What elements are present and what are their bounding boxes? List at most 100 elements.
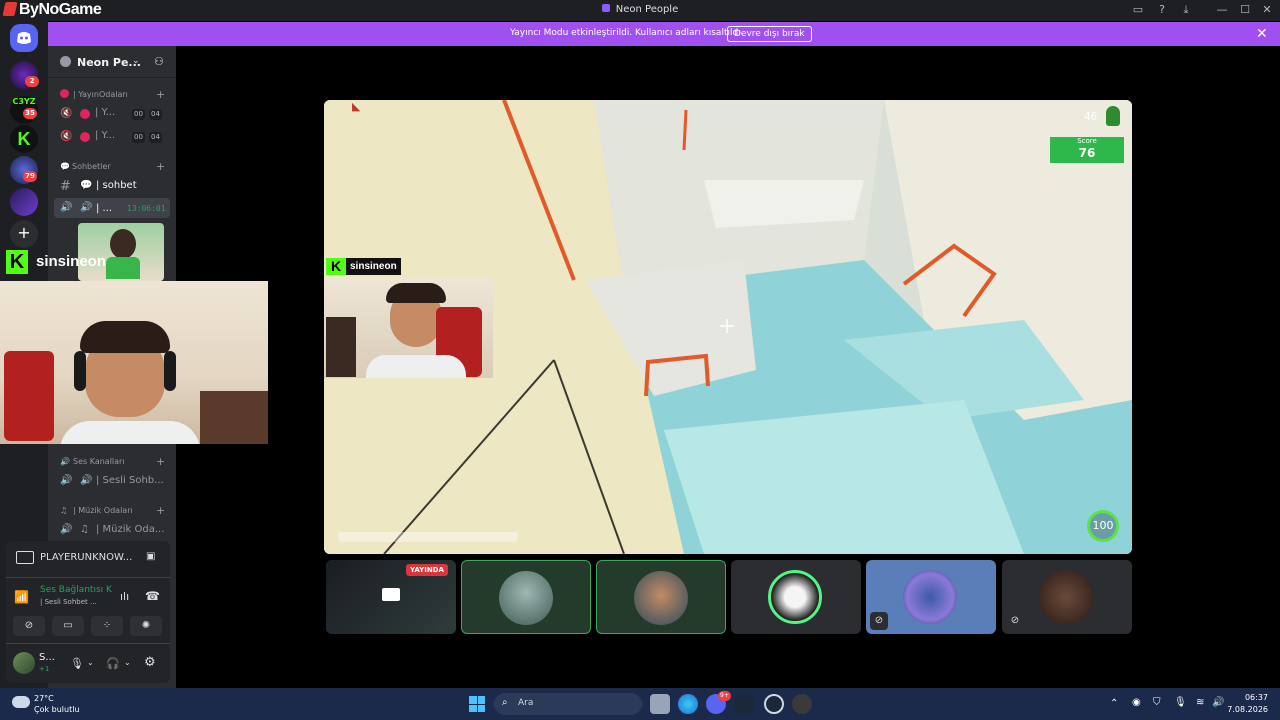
chevron-down-icon[interactable]: ⌄ [124, 658, 131, 667]
server-icon-group[interactable] [10, 188, 38, 216]
participant-tile[interactable] [461, 560, 591, 634]
tray-icon[interactable]: ◉ [1132, 697, 1141, 708]
obs-icon[interactable] [792, 694, 812, 714]
category-music-rooms[interactable]: | Müzik Odaları [73, 506, 133, 515]
settings-gear-icon[interactable]: ⚙ [144, 655, 156, 670]
server-icon-kick[interactable]: K [10, 125, 38, 153]
download-icon[interactable]: ⤓ [1179, 3, 1193, 17]
clock-date[interactable]: 7.08.2026 [1226, 705, 1268, 714]
window-title-text: Neon People [615, 4, 679, 15]
close-window-icon[interactable]: ✕ [1260, 3, 1274, 17]
music-channel[interactable]: | Müzik Oda... [96, 524, 164, 535]
windows-start-icon[interactable] [469, 696, 485, 712]
panel-divider [6, 577, 170, 578]
participant-avatar [499, 571, 553, 625]
inbox-icon[interactable]: ▭ [1131, 3, 1145, 17]
steam-icon[interactable] [734, 694, 754, 714]
voice-connected-title: Ses Bağlantısı K [40, 585, 112, 595]
category-voice-channels[interactable]: Ses Kanalları [73, 457, 125, 466]
shield-icon[interactable]: ⛉ [1153, 697, 1161, 708]
character-head [110, 229, 136, 259]
headphones-icon[interactable]: 🎧 [106, 657, 120, 670]
participant-tile[interactable] [596, 560, 726, 634]
stream-room-1[interactable]: | Y... [95, 107, 115, 118]
participant-tile[interactable]: ⊘ [866, 560, 996, 634]
stream-room-2[interactable]: | Y... [95, 130, 115, 141]
add-channel-icon[interactable]: + [156, 88, 165, 101]
disable-streamer-mode-button[interactable]: Devre dışı bırak [727, 26, 812, 42]
streamer-webcam [0, 281, 268, 444]
add-channel-icon[interactable]: + [156, 455, 165, 468]
participant-tile-stream[interactable]: YAYINDA [326, 560, 456, 634]
activities-button[interactable]: ⁘ [91, 616, 123, 636]
disconnect-icon[interactable]: ☎ [145, 589, 160, 603]
clock-time[interactable]: 06:37 [1234, 693, 1268, 702]
screen-share-button[interactable]: ▭ [52, 616, 84, 636]
app-icon [601, 4, 610, 12]
camera-off-button[interactable]: ⊘ [13, 616, 45, 636]
chat-bubble-icon: 💬 [60, 162, 70, 171]
score-value: 76 [1078, 146, 1096, 160]
add-server-icon[interactable]: + [10, 220, 38, 248]
chevron-down-icon[interactable]: ⌄ [132, 56, 140, 66]
user-status: +1 [39, 665, 50, 673]
steam-alt-icon[interactable] [764, 694, 784, 714]
speaker-icon: 🔊 [80, 475, 93, 486]
streamer-name: sinsineon [36, 253, 107, 270]
facecam-streamer-name: sinsineon [346, 258, 401, 275]
noise-suppression-icon[interactable]: ılı [120, 590, 129, 603]
edge-browser-icon[interactable] [678, 694, 698, 714]
game-controller-icon [16, 551, 34, 564]
maximize-icon[interactable]: ☐ [1238, 3, 1252, 17]
chevron-down-icon[interactable]: ⌄ [87, 658, 94, 667]
streamer-mode-banner: Yayıncı Modu etkinleştirildi. Kullanıcı … [48, 22, 1280, 46]
soundboard-button[interactable]: ✺ [130, 616, 162, 636]
minimize-icon[interactable]: — [1215, 3, 1229, 17]
add-channel-icon[interactable]: + [156, 504, 165, 517]
user-limit: 04 [149, 109, 162, 120]
microphone-icon[interactable]: 🎙 [1174, 697, 1187, 708]
mention-badge: 79 [23, 171, 37, 182]
chat-bubble-icon: 💬 [80, 180, 93, 191]
active-channel-label: | ... [96, 203, 113, 214]
search-icon: ⌕ [502, 697, 508, 708]
add-channel-icon[interactable]: + [156, 160, 165, 173]
taskbar-search[interactable]: ⌕ Ara [494, 693, 642, 715]
live-badge: YAYINDA [406, 564, 448, 576]
stream-preview-thumbnail[interactable] [78, 223, 164, 281]
person-shirt [366, 355, 466, 378]
stream-game-icon[interactable]: ▣ [146, 551, 155, 562]
facecam-overlay [324, 277, 493, 378]
participant-tile[interactable] [731, 560, 861, 634]
screen-share-icon [382, 588, 400, 601]
task-view-icon[interactable] [650, 694, 670, 714]
microphone-icon[interactable]: 🎙 [70, 657, 84, 670]
category-stream-rooms[interactable]: | YayınOdaları [73, 90, 128, 99]
window-title: Neon People [0, 4, 1280, 15]
participant-tile[interactable]: ⊘ [1002, 560, 1132, 634]
player-avatar-icon [1106, 106, 1120, 126]
headset-right [164, 351, 176, 391]
volume-icon[interactable]: 🔊 [1212, 697, 1224, 708]
server-gear-icon [60, 56, 71, 67]
banner-close-icon[interactable]: ✕ [1256, 26, 1268, 42]
participant-avatar [634, 571, 688, 625]
voice-connected-channel[interactable]: | Sesli Sohbet ... [40, 598, 97, 606]
banner-text: Yayıncı Modu etkinleştirildi. Kullanıcı … [510, 28, 744, 38]
user-avatar[interactable] [13, 652, 35, 674]
discord-home-icon[interactable] [10, 24, 38, 52]
weather-temp[interactable]: 27°C [34, 694, 54, 703]
panel-divider [6, 643, 170, 644]
invite-people-icon[interactable]: ⚇ [154, 55, 164, 68]
category-chats[interactable]: Sohbetler [72, 162, 111, 171]
wifi-icon[interactable]: ≋ [1196, 697, 1204, 708]
discord-unread-badge: 9+ [718, 691, 731, 701]
pubg-game-icon: ◣ [352, 100, 361, 113]
tray-chevron-icon[interactable]: ⌃ [1110, 698, 1118, 709]
weather-desc[interactable]: Çok bulutlu [34, 705, 80, 714]
voice-channel-sesli[interactable]: | Sesli Sohb... [96, 475, 164, 486]
voice-muted-icon: 🔇 [60, 131, 73, 142]
username: S... [39, 652, 55, 663]
help-icon[interactable]: ? [1155, 3, 1169, 17]
text-channel-sohbet[interactable]: | sohbet [96, 180, 137, 191]
